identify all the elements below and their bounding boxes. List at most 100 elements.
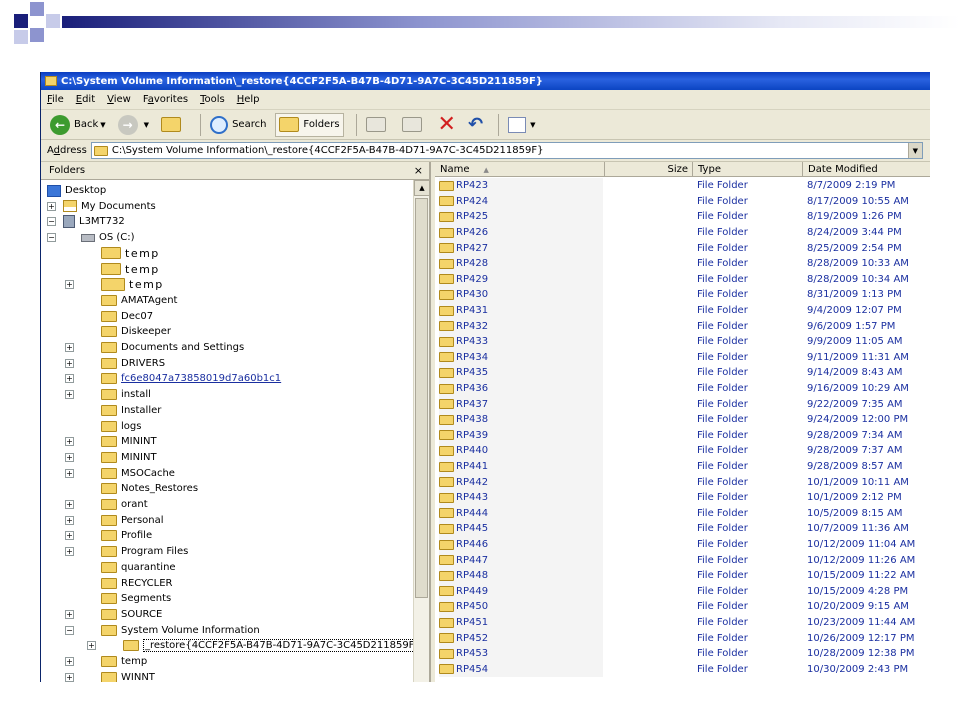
- expand-icon[interactable]: +: [65, 343, 74, 352]
- tree-item[interactable]: WINNT: [101, 670, 155, 682]
- file-row[interactable]: RP440 File Folder 9/28/2009 7:37 AM: [435, 443, 930, 459]
- tree-item[interactable]: install: [101, 387, 151, 402]
- column-header-size[interactable]: Size: [605, 162, 693, 177]
- column-header-type[interactable]: Type: [693, 162, 803, 177]
- tree-item[interactable]: Diskeeper: [101, 324, 171, 339]
- file-row[interactable]: RP430 File Folder 8/31/2009 1:13 PM: [435, 287, 930, 303]
- tree-item[interactable]: _restore{4CCF2F5A-B47B-4D71-9A7C-3C45D21…: [123, 638, 415, 653]
- file-row[interactable]: RP425 File Folder 8/19/2009 1:26 PM: [435, 209, 930, 225]
- copy-to-button[interactable]: [399, 113, 429, 137]
- expand-icon[interactable]: +: [65, 500, 74, 509]
- close-icon[interactable]: ×: [414, 164, 423, 177]
- expand-icon[interactable]: +: [65, 390, 74, 400]
- tree-item[interactable]: orant: [101, 497, 148, 512]
- address-field[interactable]: C:\System Volume Information\_restore{4C…: [90, 142, 923, 159]
- menu-item[interactable]: Tools: [200, 94, 225, 105]
- file-row[interactable]: RP441 File Folder 9/28/2009 8:57 AM: [435, 458, 930, 475]
- tree-item[interactable]: Notes_Restores: [101, 481, 198, 496]
- tree-item[interactable]: Personal: [101, 513, 164, 528]
- views-button[interactable]: ▼: [505, 113, 538, 137]
- file-row[interactable]: RP447 File Folder 10/12/2009 11:26 AM: [435, 552, 930, 568]
- back-button[interactable]: ← Back ▼: [47, 113, 109, 137]
- file-row[interactable]: RP427 File Folder 8/25/2009 2:54 PM: [435, 240, 930, 256]
- expand-icon[interactable]: +: [87, 641, 96, 651]
- forward-button[interactable]: → ▼: [115, 113, 152, 137]
- file-row[interactable]: RP451 File Folder 10/23/2009 11:44 AM: [435, 614, 930, 631]
- title-bar[interactable]: C:\System Volume Information\_restore{4C…: [41, 72, 930, 90]
- expand-icon[interactable]: +: [65, 515, 74, 525]
- expand-icon[interactable]: +: [65, 657, 74, 666]
- tree-item[interactable]: Dec07: [101, 309, 153, 324]
- expand-icon[interactable]: +: [65, 547, 74, 557]
- scrollbar-thumb[interactable]: [415, 198, 428, 598]
- file-row[interactable]: RP433 File Folder 9/9/2009 11:05 AM: [435, 334, 930, 350]
- file-row[interactable]: RP424 File Folder 8/17/2009 10:55 AM: [435, 193, 930, 210]
- menu-item[interactable]: Help: [237, 94, 260, 105]
- file-row[interactable]: RP454 File Folder 10/30/2009 2:43 PM: [435, 661, 930, 678]
- tree-item[interactable]: RECYCLER: [101, 576, 172, 591]
- collapse-icon[interactable]: −: [47, 233, 56, 243]
- tree-item[interactable]: MININT: [101, 434, 157, 449]
- collapse-icon[interactable]: −: [65, 625, 74, 635]
- folders-button[interactable]: Folders: [275, 112, 344, 137]
- file-row[interactable]: RP429 File Folder 8/28/2009 10:34 AM: [435, 271, 930, 288]
- tree-item[interactable]: My Documents: [63, 199, 156, 214]
- tree-item[interactable]: Installer: [101, 403, 161, 418]
- dropdown-arrow-icon[interactable]: ▼: [907, 143, 922, 158]
- collapse-icon[interactable]: −: [47, 217, 56, 227]
- file-row[interactable]: RP439 File Folder 9/28/2009 7:34 AM: [435, 427, 930, 444]
- column-header-date[interactable]: Date Modified: [803, 162, 930, 177]
- tree-item[interactable]: DRIVERS: [101, 356, 165, 371]
- tree-item[interactable]: Documents and Settings: [101, 340, 244, 355]
- file-row[interactable]: RP442 File Folder 10/1/2009 10:11 AM: [435, 474, 930, 490]
- expand-icon[interactable]: +: [65, 468, 74, 478]
- file-row[interactable]: RP437 File Folder 9/22/2009 7:35 AM: [435, 396, 930, 412]
- file-row[interactable]: RP450 File Folder 10/20/2009 9:15 AM: [435, 599, 930, 615]
- tree-item[interactable]: OS (C:): [81, 230, 135, 245]
- tree-item[interactable]: temp: [101, 654, 147, 669]
- expand-icon[interactable]: +: [65, 374, 74, 384]
- file-row[interactable]: RP444 File Folder 10/5/2009 8:15 AM: [435, 505, 930, 522]
- tree-item[interactable]: SOURCE: [101, 607, 162, 622]
- menu-item[interactable]: File: [47, 94, 64, 105]
- menu-item[interactable]: Favorites: [143, 94, 188, 105]
- move-to-button[interactable]: [363, 113, 393, 137]
- undo-button[interactable]: ↶: [465, 113, 486, 137]
- file-row[interactable]: RP431 File Folder 9/4/2009 12:07 PM: [435, 302, 930, 319]
- file-row[interactable]: RP453 File Folder 10/28/2009 12:38 PM: [435, 646, 930, 662]
- tree-item[interactable]: temp: [101, 277, 164, 292]
- tree-item[interactable]: Program Files: [101, 544, 188, 559]
- tree-item[interactable]: quarantine: [101, 560, 176, 575]
- file-row[interactable]: RP448 File Folder 10/15/2009 11:22 AM: [435, 568, 930, 584]
- delete-button[interactable]: ✕: [435, 113, 459, 137]
- dropdown-arrow-icon[interactable]: ▼: [100, 121, 105, 129]
- expand-icon[interactable]: +: [65, 609, 74, 619]
- expand-icon[interactable]: +: [65, 437, 74, 447]
- file-row[interactable]: RP436 File Folder 9/16/2009 10:29 AM: [435, 380, 930, 397]
- file-row[interactable]: RP434 File Folder 9/11/2009 11:31 AM: [435, 349, 930, 366]
- expand-icon[interactable]: +: [65, 452, 74, 462]
- file-row[interactable]: RP428 File Folder 8/28/2009 10:33 AM: [435, 256, 930, 272]
- file-row[interactable]: RP446 File Folder 10/12/2009 11:04 AM: [435, 536, 930, 553]
- scroll-up-icon[interactable]: ▲: [414, 180, 429, 196]
- expand-icon[interactable]: +: [65, 531, 74, 541]
- file-row[interactable]: RP438 File Folder 9/24/2009 12:00 PM: [435, 412, 930, 428]
- tree-item[interactable]: temp: [101, 246, 160, 261]
- expand-icon[interactable]: +: [47, 201, 56, 211]
- file-row[interactable]: RP452 File Folder 10/26/2009 12:17 PM: [435, 630, 930, 646]
- tree-item[interactable]: AMATAgent: [101, 293, 177, 308]
- tree-item[interactable]: MININT: [101, 450, 157, 465]
- tree-item[interactable]: Segments: [101, 591, 171, 606]
- tree-item[interactable]: Desktop: [47, 183, 106, 198]
- expand-icon[interactable]: +: [65, 358, 74, 368]
- expand-icon[interactable]: +: [65, 672, 74, 682]
- menu-item[interactable]: View: [107, 94, 131, 105]
- file-row[interactable]: RP426 File Folder 8/24/2009 3:44 PM: [435, 224, 930, 241]
- search-button[interactable]: Search: [207, 113, 269, 137]
- file-row[interactable]: RP423 File Folder 8/7/2009 2:19 PM: [435, 178, 930, 194]
- file-row[interactable]: RP435 File Folder 9/14/2009 8:43 AM: [435, 365, 930, 381]
- file-row[interactable]: RP432 File Folder 9/6/2009 1:57 PM: [435, 318, 930, 334]
- expand-icon[interactable]: +: [65, 280, 74, 290]
- vertical-scrollbar[interactable]: ▲: [413, 180, 429, 682]
- tree-item[interactable]: Profile: [101, 528, 152, 543]
